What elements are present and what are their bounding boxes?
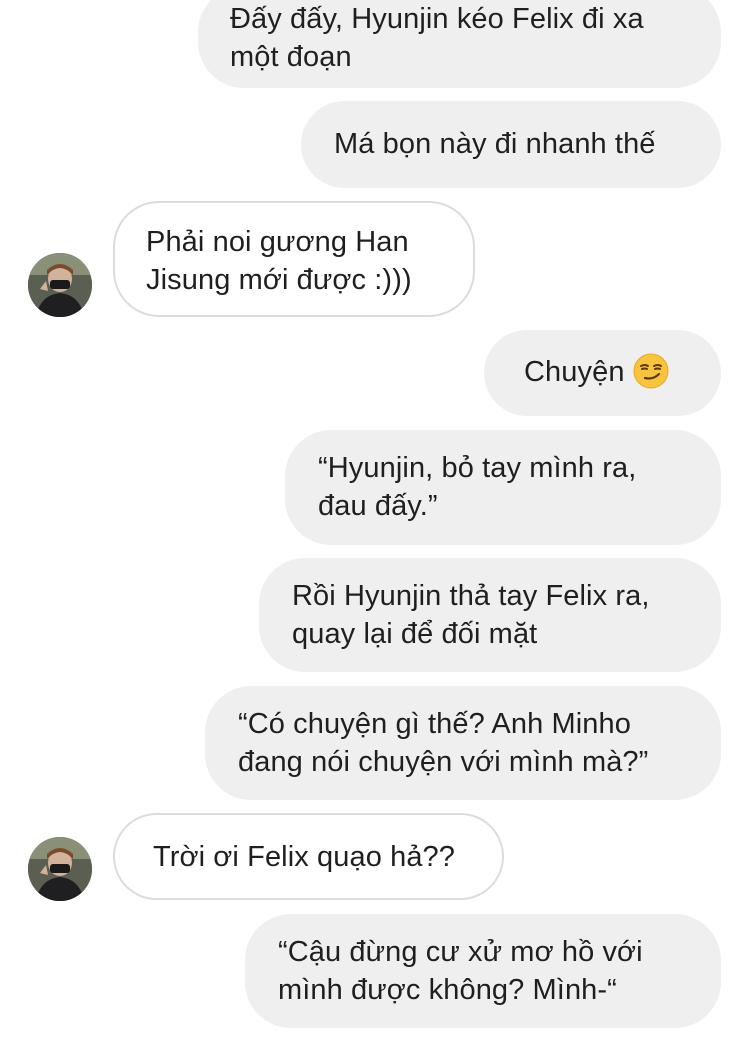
avatar[interactable] bbox=[28, 253, 92, 317]
message-bubble-outgoing[interactable]: Đấy đấy, Hyunjin kéo Felix đi xa một đoạ… bbox=[198, 0, 721, 88]
message-text: “Cậu đừng cư xử mơ hồ với mình được khôn… bbox=[278, 936, 643, 1006]
avatar[interactable] bbox=[28, 837, 92, 901]
message-text: “Có chuyện gì thế? Anh Minho đang nói ch… bbox=[238, 708, 649, 778]
smirking-face-emoji-icon bbox=[633, 353, 669, 389]
message-bubble-outgoing[interactable]: “Cậu đừng cư xử mơ hồ với mình được khôn… bbox=[245, 914, 721, 1028]
message-bubble-outgoing[interactable]: “Có chuyện gì thế? Anh Minho đang nói ch… bbox=[205, 686, 721, 800]
message-text: Má bọn này đi nhanh thế bbox=[334, 128, 656, 160]
message-bubble-incoming[interactable]: Trời ơi Felix quạo hả?? bbox=[113, 813, 504, 900]
profile-photo-icon bbox=[28, 253, 92, 317]
profile-photo-icon bbox=[28, 837, 92, 901]
message-text: Chuyện bbox=[524, 356, 625, 388]
message-text: “Hyunjin, bỏ tay mình ra, đau đấy.” bbox=[318, 452, 637, 522]
message-text: Đấy đấy, Hyunjin kéo Felix đi xa một đoạ… bbox=[230, 3, 644, 73]
message-bubble-outgoing[interactable]: Chuyện bbox=[484, 330, 721, 416]
message-bubble-outgoing[interactable]: Rồi Hyunjin thả tay Felix ra, quay lại đ… bbox=[259, 558, 721, 672]
message-bubble-outgoing[interactable]: Má bọn này đi nhanh thế bbox=[301, 101, 721, 188]
message-text: Phải noi gương Han Jisung mới được :))) bbox=[146, 226, 412, 296]
message-text: Trời ơi Felix quạo hả?? bbox=[153, 841, 455, 873]
message-text: Rồi Hyunjin thả tay Felix ra, quay lại đ… bbox=[292, 580, 650, 650]
message-thread: Đấy đấy, Hyunjin kéo Felix đi xa một đoạ… bbox=[0, 0, 750, 1038]
message-bubble-outgoing[interactable]: “Hyunjin, bỏ tay mình ra, đau đấy.” bbox=[285, 430, 721, 545]
message-bubble-incoming[interactable]: Phải noi gương Han Jisung mới được :))) bbox=[113, 201, 475, 317]
